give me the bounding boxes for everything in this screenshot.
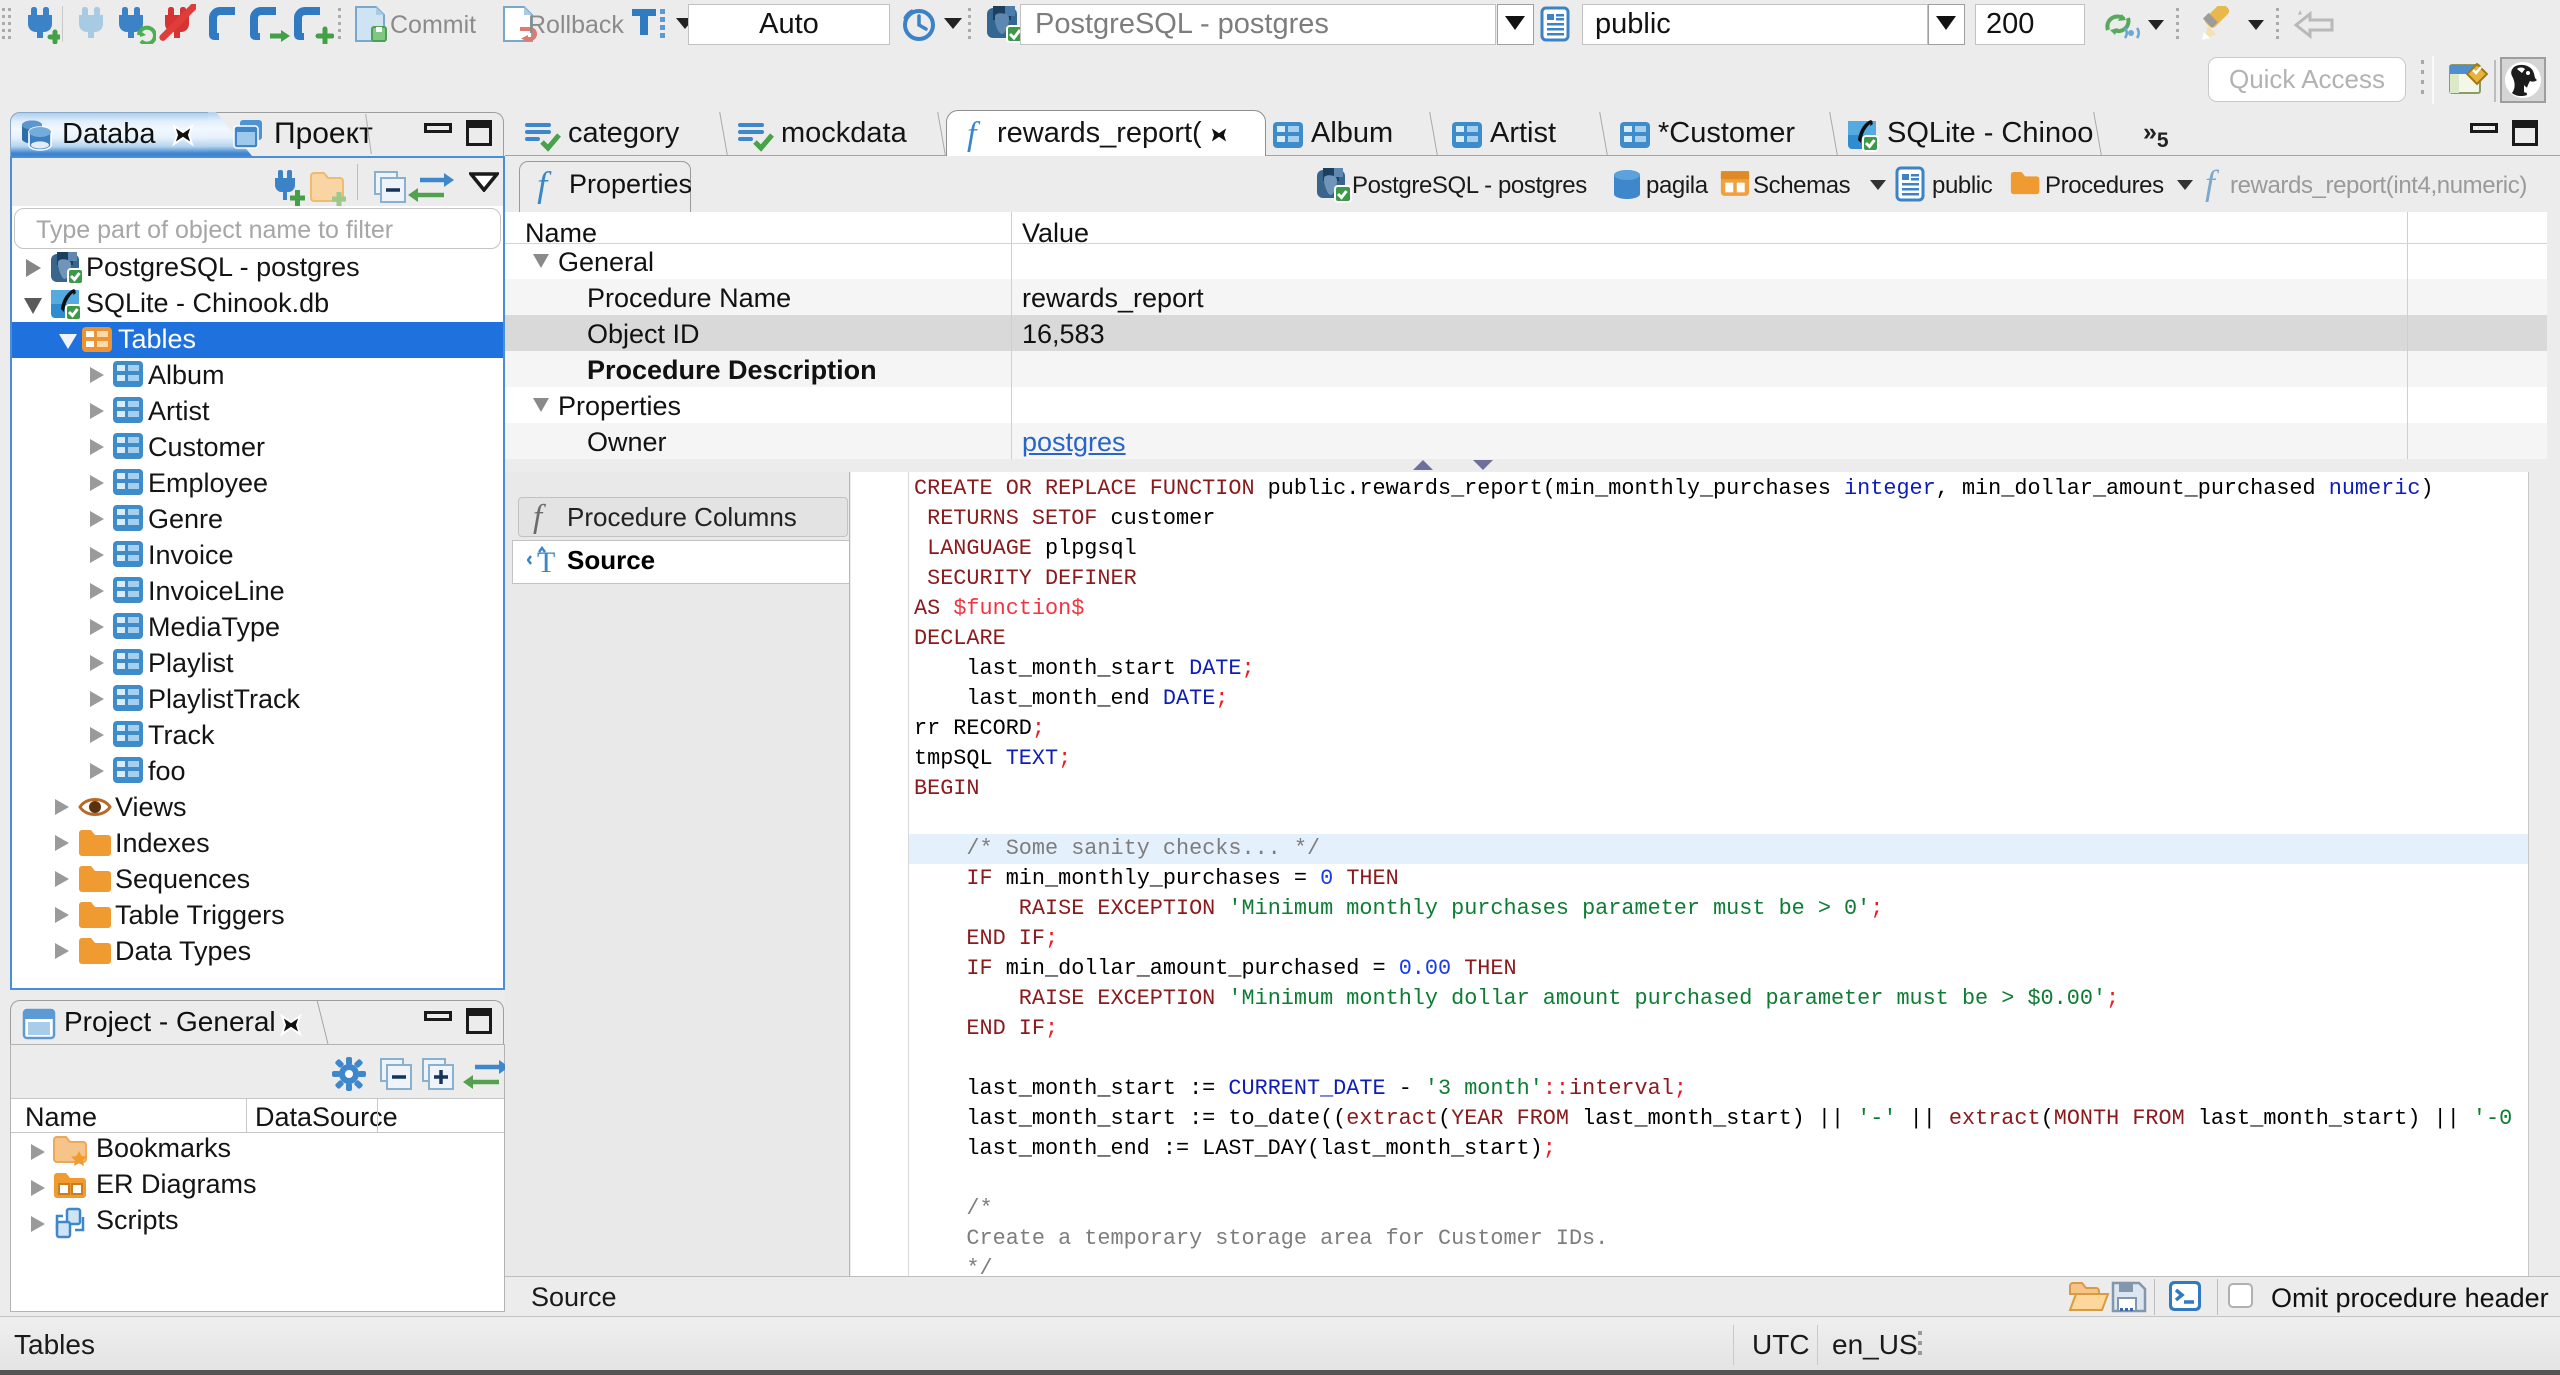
svg-text:f: f xyxy=(533,500,546,534)
svg-text:f: f xyxy=(537,168,552,204)
svg-text:f: f xyxy=(2205,166,2220,202)
svg-text:f: f xyxy=(967,118,981,152)
